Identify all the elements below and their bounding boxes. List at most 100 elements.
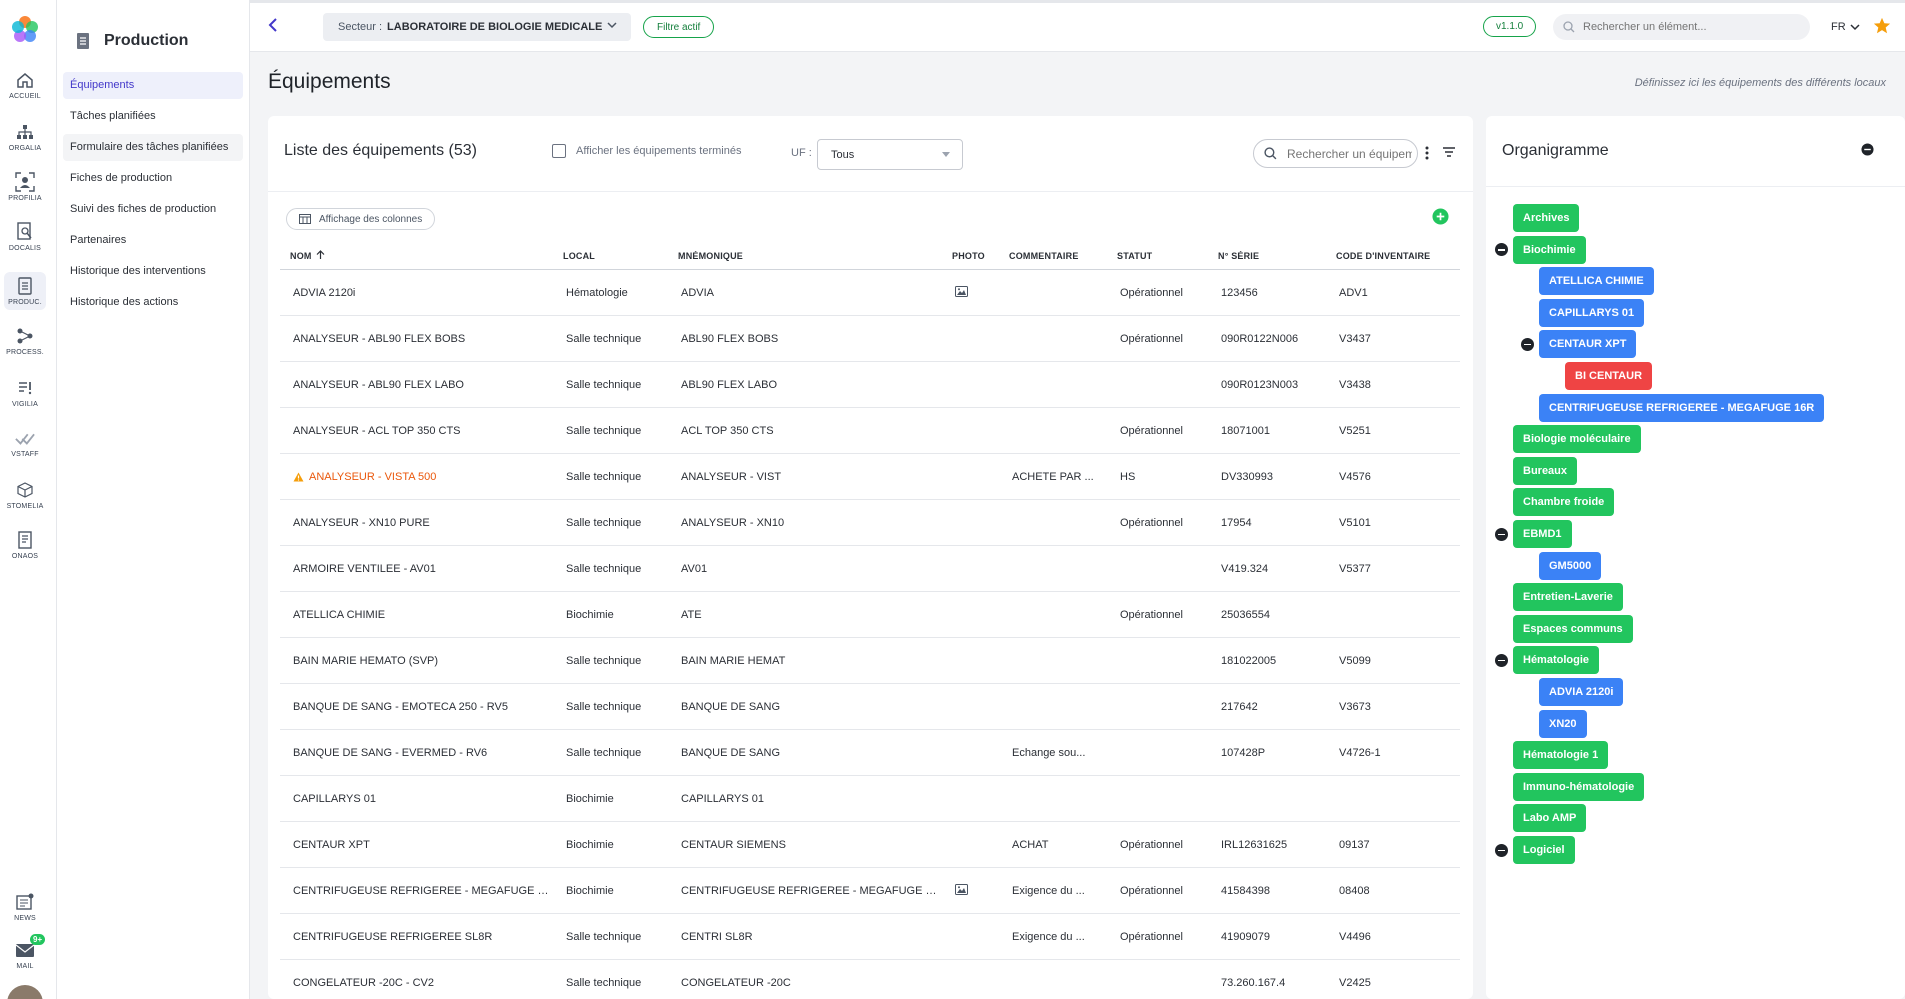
org-node[interactable]: Immuno-hématologie: [1513, 772, 1645, 801]
cell-statut: Opérationnel: [1120, 930, 1183, 943]
org-node[interactable]: EBMD1: [1513, 520, 1572, 548]
header-code-inventaire[interactable]: CODE D'INVENTAIRE: [1326, 251, 1460, 261]
show-finished-toggle[interactable]: Afficher les équipements terminés: [552, 144, 742, 158]
more-options-icon[interactable]: [1425, 146, 1429, 160]
subnav-item-formulaire-taches[interactable]: Formulaire des tâches planifiées: [63, 134, 243, 161]
rail-item-accueil[interactable]: ACCUEIL: [0, 70, 50, 100]
org-node[interactable]: Biologie moléculaire: [1513, 425, 1641, 454]
org-node[interactable]: Entretien-Laverie: [1513, 583, 1623, 612]
collapse-node-icon[interactable]: [1521, 337, 1534, 351]
table-row[interactable]: ARMOIRE VENTILEE - AV01 Salle technique AV…: [280, 546, 1460, 592]
cell-statut: Opérationnel: [1120, 838, 1183, 851]
global-search-input[interactable]: [1583, 21, 1803, 33]
org-node[interactable]: Chambre froide: [1513, 488, 1615, 517]
organigramme-card: Organigramme Archives Biochimie ATELLICA C…: [1486, 116, 1905, 999]
photo-icon[interactable]: [955, 285, 968, 297]
subnav-item-suivi-fiches[interactable]: Suivi des fiches de production: [63, 196, 243, 223]
rail-item-vstaff[interactable]: VSTAFF: [0, 428, 50, 458]
rail-item-onaos[interactable]: ONAOS: [0, 530, 50, 560]
cell-statut: Opérationnel: [1120, 884, 1183, 897]
subnav-item-equipements[interactable]: Équipements: [63, 72, 243, 99]
add-equipment-icon[interactable]: [1432, 208, 1449, 225]
global-search[interactable]: [1553, 14, 1810, 40]
rail-item-profilia[interactable]: PROFILIA: [0, 172, 50, 202]
production-subnav: Production Équipements Tâches planifiées…: [57, 0, 250, 999]
show-finished-checkbox[interactable]: [552, 144, 566, 158]
table-row[interactable]: ANALYSEUR - XN10 PURE Salle technique ANAL…: [280, 500, 1460, 546]
org-node[interactable]: XN20: [1539, 709, 1587, 738]
org-node[interactable]: Espaces communs: [1513, 614, 1633, 643]
favorite-star-icon[interactable]: [1873, 17, 1891, 35]
table-row[interactable]: BANQUE DE SANG - EVERMED - RV6 Salle tech…: [280, 730, 1460, 776]
cell-mnemonique: ABL90 FLEX LABO: [681, 378, 777, 391]
org-node[interactable]: ADVIA 2120i: [1539, 678, 1624, 706]
header-local[interactable]: LOCAL: [553, 251, 668, 261]
org-node[interactable]: Bureaux: [1513, 456, 1578, 485]
header-nom[interactable]: NOM: [280, 250, 553, 261]
table-row[interactable]: ANALYSEUR - VISTA 500 Salle technique ANAL…: [280, 454, 1460, 500]
subnav-item-fiches-production[interactable]: Fiches de production: [63, 165, 243, 192]
equipment-search-input[interactable]: [1287, 146, 1412, 161]
collapse-all-icon[interactable]: [1861, 143, 1874, 156]
uf-select[interactable]: Tous: [817, 139, 963, 170]
table-row[interactable]: CONGELATEUR -20C - CV2 Salle technique CON…: [280, 960, 1460, 999]
table-row[interactable]: ANALYSEUR - ABL90 FLEX BOBS Salle techniq…: [280, 316, 1460, 362]
photo-icon[interactable]: [955, 883, 968, 895]
collapse-node-icon[interactable]: [1495, 843, 1508, 857]
table-row[interactable]: CENTAUR XPT Biochimie CENTAUR SIEMENS ACHAT…: [280, 822, 1460, 868]
app-logo-icon[interactable]: [9, 14, 41, 46]
subnav-item-partenaires[interactable]: Partenaires: [63, 227, 243, 254]
rail-item-production[interactable]: PRODUC.: [4, 272, 46, 310]
table-row[interactable]: CENTRIFUGEUSE REFRIGEREE SL8R Salle techn…: [280, 914, 1460, 960]
org-node[interactable]: CAPILLARYS 01: [1539, 298, 1645, 327]
org-node[interactable]: BI CENTAUR: [1565, 362, 1653, 390]
cell-serie: 18071001: [1221, 424, 1270, 437]
org-node[interactable]: Biochimie: [1513, 235, 1586, 264]
org-node[interactable]: Labo AMP: [1513, 804, 1587, 833]
header-mnemonique[interactable]: MNÉMONIQUE: [668, 251, 942, 261]
header-serie[interactable]: N° SÉRIE: [1208, 251, 1326, 261]
table-row[interactable]: ADVIA 2120i Hématologie ADVIA Opérationnel 1…: [280, 270, 1460, 316]
avatar[interactable]: [7, 985, 43, 999]
secteur-selector[interactable]: Secteur : LABORATOIRE DE BIOLOGIE MEDICA…: [323, 13, 631, 41]
org-node[interactable]: Hématologie: [1513, 646, 1600, 675]
org-node[interactable]: ATELLICA CHIMIE: [1539, 267, 1654, 296]
table-row[interactable]: BAIN MARIE HEMATO (SVP) Salle technique BA…: [280, 638, 1460, 684]
table-row[interactable]: CAPILLARYS 01 Biochimie CAPILLARYS 01: [280, 776, 1460, 822]
org-node[interactable]: Hématologie 1: [1513, 741, 1609, 770]
org-node[interactable]: CENTAUR XPT: [1539, 330, 1637, 359]
header-statut[interactable]: STATUT: [1107, 251, 1208, 261]
header-commentaire[interactable]: COMMENTAIRE: [999, 251, 1107, 261]
collapse-node-icon[interactable]: [1495, 527, 1508, 541]
org-node[interactable]: CENTRIFUGEUSE REFRIGEREE - MEGAFUGE 16R: [1539, 393, 1825, 422]
rail-item-docalis[interactable]: DOCALIS: [0, 222, 50, 252]
filter-icon[interactable]: [1442, 146, 1456, 158]
org-node[interactable]: GM5000: [1539, 551, 1602, 580]
language-selector[interactable]: FR: [1831, 21, 1860, 33]
collapse-node-icon[interactable]: [1495, 653, 1508, 667]
table-row[interactable]: CENTRIFUGEUSE REFRIGEREE - MEGAFUGE 16R B…: [280, 868, 1460, 914]
rail-item-news[interactable]: NEWS: [0, 892, 50, 922]
table-row[interactable]: ANALYSEUR - ACL TOP 350 CTS Salle techniq…: [280, 408, 1460, 454]
columns-display-button[interactable]: Affichage des colonnes: [286, 208, 436, 230]
subnav-item-historique-actions[interactable]: Historique des actions: [63, 289, 243, 316]
back-arrow-icon[interactable]: [266, 17, 282, 33]
org-node[interactable]: Archives: [1513, 204, 1580, 232]
collapse-node-icon[interactable]: [1495, 243, 1508, 257]
table-row[interactable]: ATELLICA CHIMIE Biochimie ATE Opérationnel 2…: [280, 592, 1460, 638]
subnav-item-historique-interventions[interactable]: Historique des interventions: [63, 258, 243, 285]
table-row[interactable]: BANQUE DE SANG - EMOTECA 250 - RV5 Salle …: [280, 684, 1460, 730]
rail-item-orgalia[interactable]: ORGALIA: [0, 122, 50, 152]
equipment-search[interactable]: [1253, 139, 1418, 168]
cell-commentaire: Exigence du ...: [1012, 884, 1085, 897]
subnav-item-taches-planifiees[interactable]: Tâches planifiées: [63, 103, 243, 130]
table-row[interactable]: ANALYSEUR - ABL90 FLEX LABO Salle techniq…: [280, 362, 1460, 408]
rail-item-vigilia[interactable]: VIGILIA: [0, 378, 50, 408]
rail-item-process[interactable]: PROCESS.: [0, 326, 50, 356]
org-node[interactable]: Logiciel: [1513, 836, 1575, 864]
profile-scan-icon: [15, 172, 35, 192]
rail-item-mail[interactable]: 9+ MAIL: [0, 934, 50, 970]
active-filter-badge[interactable]: Filtre actif: [643, 16, 715, 38]
header-photo[interactable]: PHOTO: [942, 251, 999, 261]
rail-item-stomelia[interactable]: STOMELIA: [0, 480, 50, 510]
